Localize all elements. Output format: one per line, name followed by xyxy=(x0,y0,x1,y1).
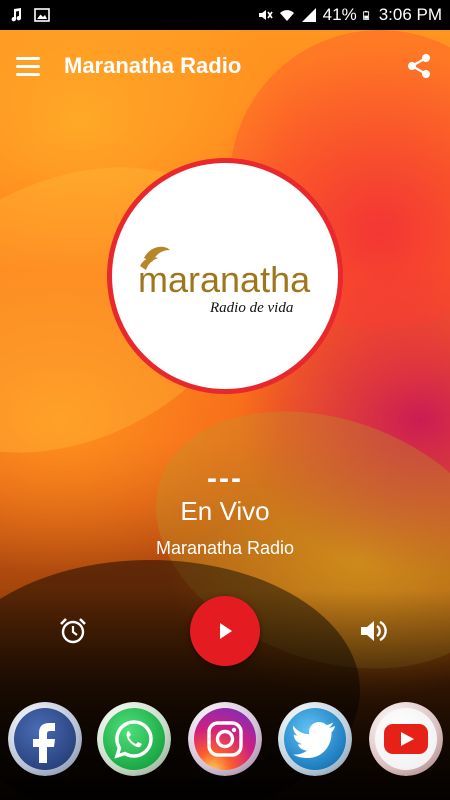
button-core xyxy=(14,708,76,770)
app-bar: Maranatha Radio xyxy=(0,30,450,102)
share-icon[interactable] xyxy=(404,51,434,81)
twitter-icon xyxy=(293,722,335,758)
button-core xyxy=(194,708,256,770)
logo-tagline: Radio de vida xyxy=(209,300,293,316)
facebook-icon xyxy=(33,723,55,763)
track-title: --- xyxy=(207,462,243,495)
wifi-icon xyxy=(279,10,294,21)
facebook-button[interactable] xyxy=(8,702,82,776)
logo-brand-text: maranatha xyxy=(138,259,311,300)
mute-icon xyxy=(258,10,273,20)
live-label: En Vivo xyxy=(180,496,270,526)
menu-button[interactable] xyxy=(16,51,46,81)
whatsapp-button[interactable] xyxy=(97,702,171,776)
app-title: Maranatha Radio xyxy=(64,53,242,78)
youtube-button[interactable] xyxy=(369,702,443,776)
play-button[interactable] xyxy=(190,596,260,666)
instagram-icon xyxy=(207,721,243,757)
menu-icon-line xyxy=(16,72,40,76)
twitter-button[interactable] xyxy=(278,702,352,776)
menu-icon xyxy=(16,56,40,60)
status-bar: 41% 3:06 PM xyxy=(0,0,450,30)
youtube-icon xyxy=(384,724,428,754)
image-icon xyxy=(34,8,50,22)
social-bar xyxy=(0,702,450,776)
battery-percent: 41% xyxy=(322,5,357,24)
clock: 3:06 PM xyxy=(378,5,442,24)
station-name: Maranatha Radio xyxy=(155,538,295,558)
music-note-icon xyxy=(11,8,22,22)
alarm-icon[interactable] xyxy=(58,616,88,646)
instagram-button[interactable] xyxy=(188,702,262,776)
player-controls xyxy=(0,596,450,666)
button-core xyxy=(375,708,437,770)
button-core xyxy=(103,708,165,770)
button-core xyxy=(284,708,346,770)
signal-icon xyxy=(301,8,316,22)
battery-icon xyxy=(362,10,369,20)
logo-inner: maranatha Radio de vida xyxy=(112,163,338,389)
whatsapp-icon xyxy=(114,720,153,759)
maranatha-logo: maranatha Radio de vida xyxy=(138,246,311,316)
menu-icon-line xyxy=(16,64,40,68)
station-logo: maranatha Radio de vida xyxy=(107,158,343,394)
play-icon xyxy=(220,623,232,639)
volume-icon[interactable] xyxy=(358,616,388,646)
